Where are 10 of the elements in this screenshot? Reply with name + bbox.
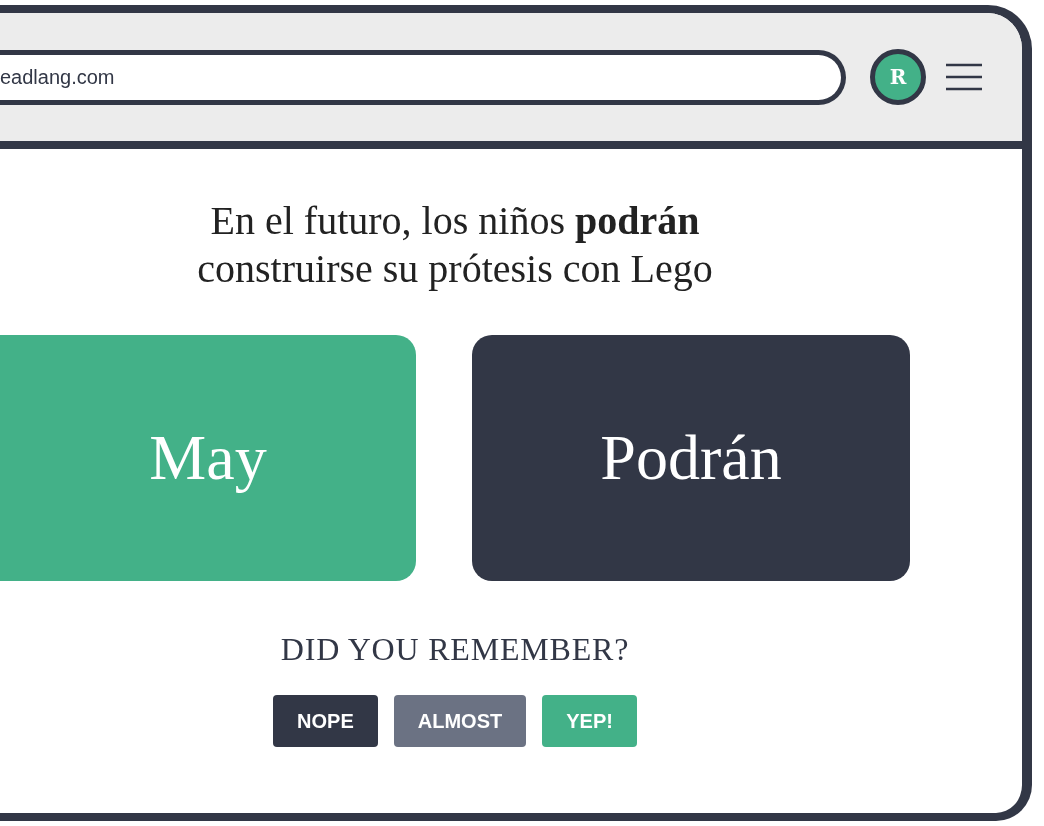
answer-button[interactable]: NOPE — [273, 695, 378, 747]
flashcard[interactable]: Podrán — [472, 335, 910, 581]
sentence: En el futuro, los niños podrán construirse su prótesis con Lego — [196, 197, 714, 293]
answer-button[interactable]: YEP! — [542, 695, 637, 747]
prompt: DID YOU REMEMBER? — [280, 630, 630, 669]
avatar[interactable]: R — [870, 49, 926, 105]
address-field[interactable]: eadlang.com — [0, 49, 846, 105]
answer-button[interactable]: ALMOST — [393, 695, 527, 747]
menu-icon[interactable] — [946, 63, 982, 91]
flashcard[interactable]: May — [0, 335, 416, 581]
